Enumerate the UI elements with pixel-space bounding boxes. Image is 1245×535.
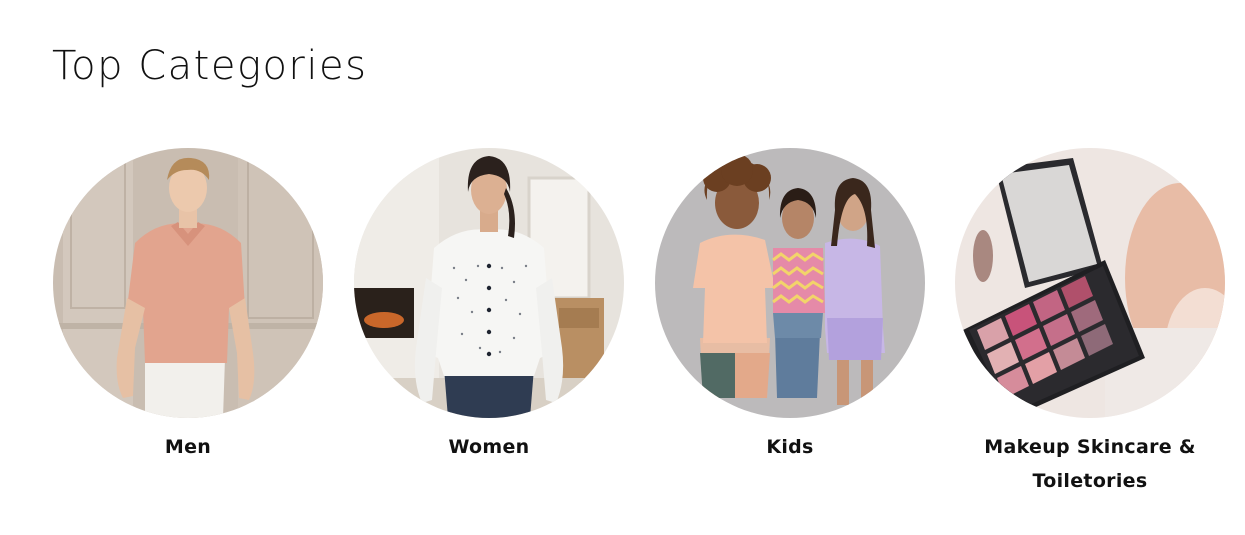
- category-makeup-label[interactable]: Makeup Skincare & Toiletories: [945, 430, 1235, 498]
- category-makeup[interactable]: Makeup Skincare & Toiletories: [945, 148, 1235, 498]
- section-title: Top Categories: [52, 43, 368, 89]
- category-women-label[interactable]: Women: [354, 430, 624, 464]
- category-men-label[interactable]: Men: [53, 430, 323, 464]
- category-women[interactable]: Women: [354, 148, 624, 464]
- category-men-image[interactable]: [53, 148, 323, 418]
- category-kids-label[interactable]: Kids: [655, 430, 925, 464]
- category-makeup-image[interactable]: [955, 148, 1225, 418]
- category-kids-image[interactable]: [655, 148, 925, 418]
- category-kids[interactable]: Kids: [655, 148, 925, 464]
- category-men[interactable]: Men: [53, 148, 323, 464]
- category-women-image[interactable]: [354, 148, 624, 418]
